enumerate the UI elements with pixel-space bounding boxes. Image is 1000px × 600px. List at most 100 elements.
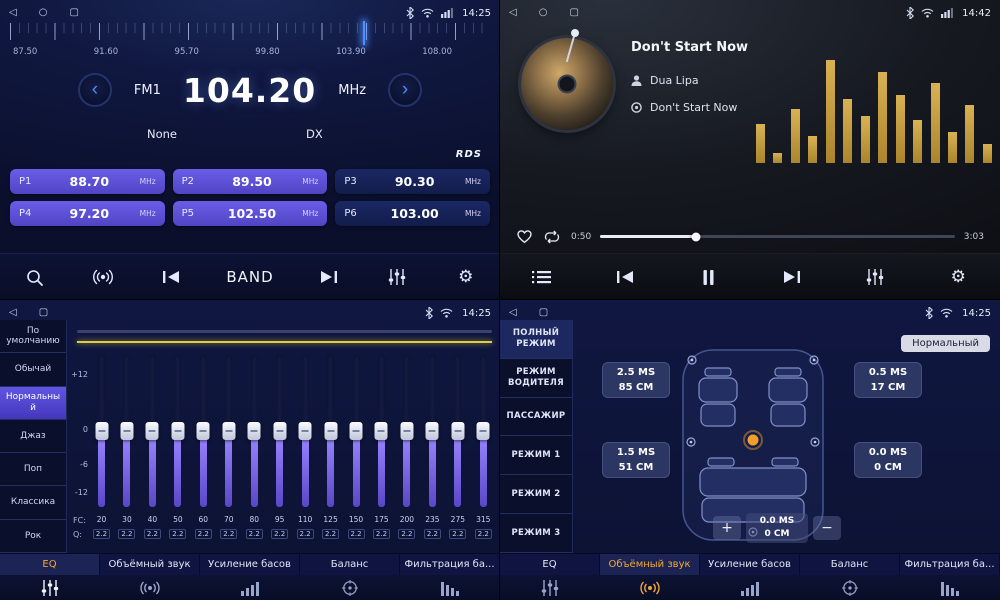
repeat-icon[interactable] <box>542 230 562 244</box>
eq-band-slider[interactable] <box>297 355 314 507</box>
eq-band-slider[interactable] <box>246 355 263 507</box>
sound-tab-1[interactable]: Объёмный звук <box>600 554 700 575</box>
recents-icon[interactable]: ▢ <box>569 8 578 18</box>
slider-knob[interactable] <box>375 422 388 440</box>
search-icon[interactable] <box>21 269 47 286</box>
next-track-icon[interactable] <box>779 270 805 284</box>
eq-band-slider[interactable] <box>449 355 466 507</box>
eq-band-slider[interactable] <box>398 355 415 507</box>
eq-band-slider[interactable] <box>373 355 390 507</box>
recents-icon[interactable]: ▢ <box>39 308 48 318</box>
previous-track-icon[interactable] <box>612 270 638 284</box>
slider-knob[interactable] <box>171 422 184 440</box>
preset-P4[interactable]: P4 97.20 MHz <box>10 201 165 226</box>
sound-tab-4[interactable]: Фильтрация ба... <box>400 554 500 575</box>
surround-mode-5[interactable]: РЕЖИМ 3 <box>500 514 572 553</box>
eq-preset-0[interactable]: По умолчанию <box>0 320 66 353</box>
slider-knob[interactable] <box>273 422 286 440</box>
slider-knob[interactable] <box>197 422 210 440</box>
tuning-ruler[interactable] <box>10 23 490 45</box>
back-icon[interactable]: ◁ <box>509 8 517 18</box>
sound-tab-3[interactable]: Баланс <box>300 554 400 575</box>
eq-preset-6[interactable]: Рок <box>0 520 66 553</box>
preset-P5[interactable]: P5 102.50 MHz <box>173 201 328 226</box>
slider-knob[interactable] <box>120 422 133 440</box>
slider-knob[interactable] <box>222 422 235 440</box>
bass-boost-tab-icon[interactable] <box>700 580 800 596</box>
eq-preset-3[interactable]: Джаз <box>0 420 66 453</box>
sound-preset-button[interactable]: Нормальный <box>901 335 990 352</box>
sound-tab-0[interactable]: EQ <box>0 554 100 575</box>
broadcast-icon[interactable] <box>90 269 116 285</box>
eq-preset-4[interactable]: Поп <box>0 453 66 486</box>
home-icon[interactable]: ○ <box>539 8 548 18</box>
bass-boost-tab-icon[interactable] <box>200 580 300 596</box>
eq-band-slider[interactable] <box>169 355 186 507</box>
equalizer-sliders-icon[interactable] <box>862 269 888 285</box>
slider-knob[interactable] <box>350 422 363 440</box>
eq-tab-icon[interactable] <box>0 580 100 596</box>
sound-tab-1[interactable]: Объёмный звук <box>100 554 200 575</box>
delay-front-right[interactable]: 0.5 MS 17 CM <box>854 362 922 398</box>
preset-P1[interactable]: P1 88.70 MHz <box>10 169 165 194</box>
decrease-delay-button[interactable]: − <box>813 516 841 540</box>
playlist-icon[interactable] <box>529 270 555 284</box>
eq-band-slider[interactable] <box>424 355 441 507</box>
eq-band-slider[interactable] <box>93 355 110 507</box>
slider-knob[interactable] <box>299 422 312 440</box>
eq-band-slider[interactable] <box>144 355 161 507</box>
slider-knob[interactable] <box>95 422 108 440</box>
previous-station-icon[interactable] <box>158 270 184 284</box>
eq-preset-5[interactable]: Классика <box>0 486 66 519</box>
surround-mode-1[interactable]: РЕЖИМ ВОДИТЕЛЯ <box>500 359 572 398</box>
increase-delay-button[interactable]: + <box>713 516 741 540</box>
sound-tab-3[interactable]: Баланс <box>800 554 900 575</box>
favorite-heart-icon[interactable] <box>516 229 533 244</box>
back-icon[interactable]: ◁ <box>9 308 17 318</box>
preset-P2[interactable]: P2 89.50 MHz <box>173 169 328 194</box>
surround-mode-0[interactable]: ПОЛНЫЙ РЕЖИМ <box>500 320 572 359</box>
eq-preset-1[interactable]: Обычай <box>0 353 66 386</box>
surround-tab-icon[interactable] <box>100 580 200 596</box>
slider-knob[interactable] <box>324 422 337 440</box>
tune-down-button[interactable]: ‹ <box>78 73 112 107</box>
eq-tab-icon[interactable] <box>500 580 600 596</box>
preset-P3[interactable]: P3 90.30 MHz <box>335 169 490 194</box>
surround-tab-icon[interactable] <box>600 580 700 596</box>
recents-icon[interactable]: ▢ <box>539 308 548 318</box>
slider-knob[interactable] <box>400 422 413 440</box>
eq-band-slider[interactable] <box>220 355 237 507</box>
progress-bar[interactable] <box>600 235 955 238</box>
pause-icon[interactable] <box>695 270 721 285</box>
eq-preset-2[interactable]: Нормальный <box>0 387 66 420</box>
filter-tab-icon[interactable] <box>900 580 1000 596</box>
slider-knob[interactable] <box>248 422 261 440</box>
tune-up-button[interactable]: › <box>388 73 422 107</box>
delay-rear-left[interactable]: 1.5 MS 51 CM <box>602 442 670 478</box>
slider-knob[interactable] <box>477 422 490 440</box>
balance-tab-icon[interactable] <box>300 580 400 596</box>
balance-tab-icon[interactable] <box>800 580 900 596</box>
progress-knob[interactable] <box>691 232 700 241</box>
settings-gear-icon[interactable]: ⚙ <box>453 267 479 287</box>
delay-front-left[interactable]: 2.5 MS 85 CM <box>602 362 670 398</box>
eq-band-slider[interactable] <box>271 355 288 507</box>
sound-tab-4[interactable]: Фильтрация ба... <box>900 554 1000 575</box>
surround-mode-4[interactable]: РЕЖИМ 2 <box>500 475 572 514</box>
filter-tab-icon[interactable] <box>400 580 500 596</box>
surround-mode-3[interactable]: РЕЖИМ 1 <box>500 436 572 475</box>
slider-knob[interactable] <box>146 422 159 440</box>
back-icon[interactable]: ◁ <box>509 308 517 318</box>
next-station-icon[interactable] <box>316 270 342 284</box>
sound-tab-2[interactable]: Усиление басов <box>200 554 300 575</box>
settings-gear-icon[interactable]: ⚙ <box>945 267 971 287</box>
band-button[interactable]: BAND <box>226 268 273 286</box>
home-icon[interactable]: ○ <box>39 8 48 18</box>
eq-band-slider[interactable] <box>475 355 492 507</box>
sound-tab-0[interactable]: EQ <box>500 554 600 575</box>
slider-knob[interactable] <box>451 422 464 440</box>
back-icon[interactable]: ◁ <box>9 8 17 18</box>
surround-mode-2[interactable]: ПАССАЖИР <box>500 398 572 437</box>
recents-icon[interactable]: ▢ <box>69 8 78 18</box>
eq-band-slider[interactable] <box>348 355 365 507</box>
